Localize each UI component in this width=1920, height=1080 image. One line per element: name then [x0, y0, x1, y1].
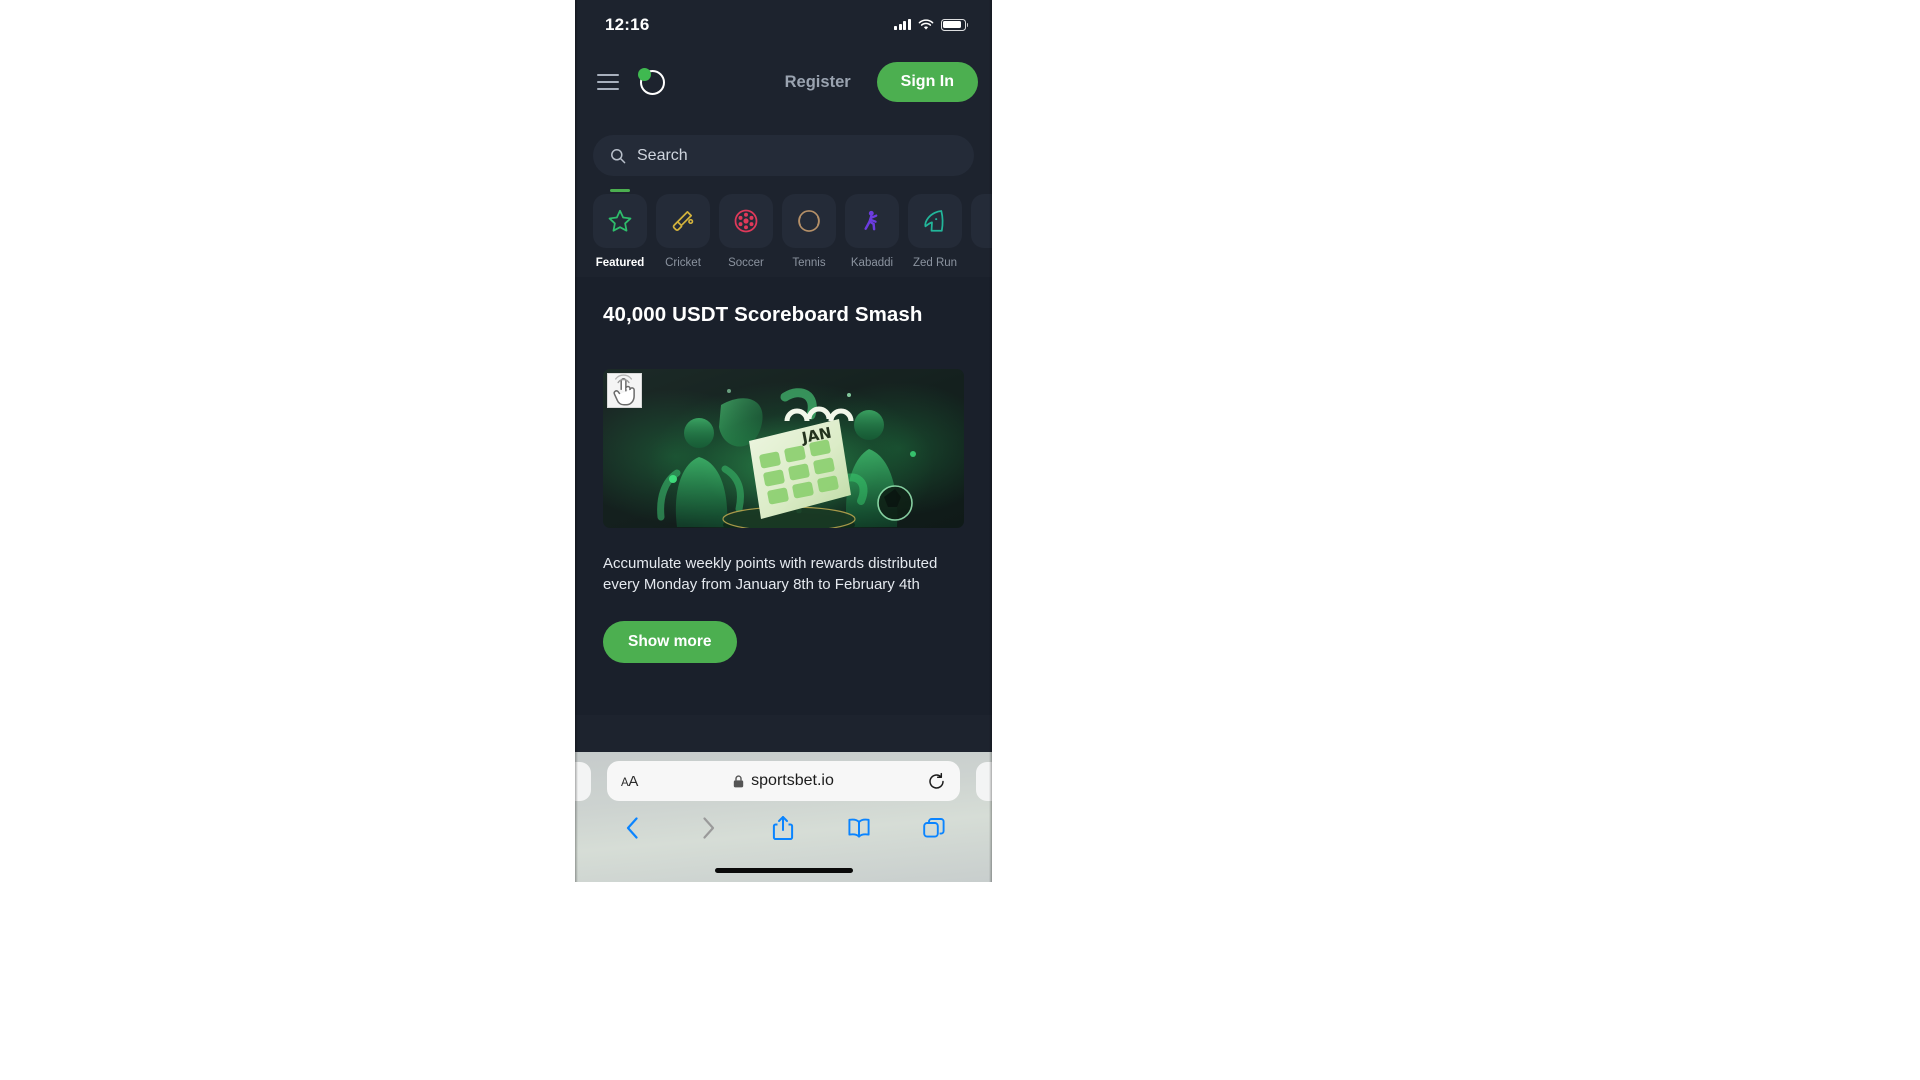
category-tabs[interactable]: Featured Cricket Soccer Tennis Kabaddi Z… [575, 188, 992, 277]
star-icon [608, 209, 632, 232]
address-bar[interactable]: AA sportsbet.io [607, 761, 960, 801]
forward-button [693, 813, 723, 843]
category-tab-zed-run[interactable]: Zed Run [908, 194, 962, 269]
category-tile [908, 194, 962, 248]
active-indicator [610, 189, 630, 192]
category-tile [782, 194, 836, 248]
url-text: sportsbet.io [751, 772, 834, 789]
soccer-ball-icon [734, 209, 758, 233]
home-indicator [714, 868, 853, 873]
search-icon [611, 148, 626, 163]
category-tab-kabaddi[interactable]: Kabaddi [845, 194, 899, 269]
register-link[interactable]: Register [773, 67, 863, 98]
category-tile [971, 194, 992, 248]
chevron-left-icon [627, 817, 638, 839]
safari-toolbar [575, 804, 992, 852]
chevron-right-icon [702, 817, 714, 839]
category-tab-overflow[interactable] [971, 194, 992, 269]
ios-status-bar: 12:16 [575, 0, 992, 49]
adjacent-tab-left[interactable] [575, 762, 591, 801]
screenshot-canvas: 12:16 Register Sign In Search Featured C… [0, 0, 1920, 1080]
url-display: sportsbet.io [607, 772, 960, 790]
search-input[interactable]: Search [593, 135, 974, 176]
tap-pointer-cursor-icon [607, 373, 642, 408]
category-tile [656, 194, 710, 248]
cellular-signal-icon [894, 19, 911, 30]
battery-icon [941, 18, 969, 31]
category-tile [845, 194, 899, 248]
site-header: Register Sign In [575, 49, 992, 115]
category-tile [593, 189, 647, 248]
share-button[interactable] [768, 813, 798, 843]
promo-description: Accumulate weekly points with rewards di… [603, 555, 938, 593]
tennis-ball-icon [798, 210, 820, 232]
url-bar-row: AA sportsbet.io [575, 752, 992, 804]
cricket-bat-icon [672, 211, 694, 231]
category-tab-tennis[interactable]: Tennis [782, 194, 836, 269]
category-label: Soccer [728, 257, 764, 269]
banner-artwork: JAN [657, 388, 916, 528]
category-tile [719, 194, 773, 248]
phone-screen: 12:16 Register Sign In Search Featured C… [575, 0, 992, 882]
sportsbet-logo-icon[interactable] [637, 67, 668, 98]
tabs-icon [923, 818, 945, 838]
book-icon [848, 818, 870, 838]
horse-head-icon [924, 210, 944, 232]
lock-icon [733, 774, 744, 787]
category-tab-cricket[interactable]: Cricket [656, 194, 710, 269]
status-time: 12:16 [605, 14, 650, 34]
bookmarks-button[interactable] [844, 813, 874, 843]
promo-section: 40,000 USDT Scoreboard Smash JAN Accumul… [575, 277, 992, 715]
search-placeholder: Search [637, 146, 688, 164]
tabs-button[interactable] [919, 813, 949, 843]
text-size-button[interactable]: AA [621, 773, 638, 790]
category-label: Kabaddi [850, 257, 894, 269]
category-label: Tennis [792, 257, 826, 269]
category-label: Featured [595, 257, 645, 269]
category-label: Cricket [665, 257, 701, 269]
wifi-icon [918, 18, 934, 30]
category-tab-soccer[interactable]: Soccer [719, 194, 773, 269]
kabaddi-player-icon [864, 210, 878, 231]
promo-banner-image[interactable]: JAN [603, 369, 964, 528]
sign-in-button[interactable]: Sign In [876, 62, 978, 102]
show-more-button[interactable]: Show more [603, 621, 737, 664]
status-indicators [894, 18, 969, 31]
search-section: Search [575, 115, 992, 188]
share-icon [773, 816, 794, 840]
category-label: Zed Run [912, 257, 958, 269]
category-tab-featured[interactable]: Featured [593, 189, 647, 269]
reload-icon[interactable] [927, 772, 946, 791]
adjacent-tab-right[interactable] [976, 762, 992, 801]
hamburger-menu-icon[interactable] [597, 74, 619, 90]
back-button[interactable] [618, 813, 648, 843]
safari-browser-chrome: AA sportsbet.io [575, 752, 992, 882]
page-title: 40,000 USDT Scoreboard Smash [603, 303, 923, 326]
